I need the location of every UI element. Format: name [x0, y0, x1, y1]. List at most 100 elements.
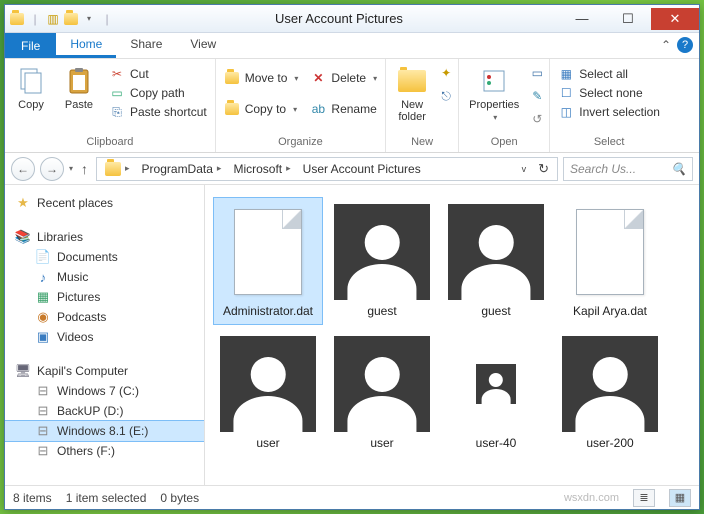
folder-icon	[105, 162, 121, 176]
rename-button[interactable]: abRename	[306, 100, 381, 118]
libraries-icon: 📚	[15, 229, 31, 245]
refresh-icon[interactable]: ↻	[532, 161, 555, 177]
breadcrumb-dropdown-icon[interactable]: v	[516, 164, 533, 174]
breadcrumb-root[interactable]: ▸	[99, 158, 136, 180]
move-to-button[interactable]: Move to▾	[220, 69, 303, 87]
ribbon-tabs: File Home Share View ⌃ ?	[5, 33, 699, 59]
history-dropdown-icon[interactable]: ▾	[69, 164, 73, 173]
share-tab[interactable]: Share	[116, 33, 176, 58]
file-name: user-40	[476, 436, 517, 450]
watermark: wsxdn.com	[564, 492, 619, 504]
properties-button[interactable]: Properties▾	[463, 63, 525, 124]
maximize-button[interactable]: ☐	[605, 8, 651, 30]
copy-path-icon: ▭	[109, 85, 125, 101]
computer-header[interactable]: 🖥Kapil's Computer	[5, 361, 204, 381]
file-name: Administrator.dat	[223, 304, 313, 318]
edit-icon[interactable]: ✎	[529, 88, 545, 104]
nav-drive-d[interactable]: ⊟BackUP (D:)	[5, 401, 204, 421]
breadcrumb-item[interactable]: ProgramData▸	[136, 158, 228, 180]
file-item[interactable]: guest	[441, 197, 551, 325]
up-button[interactable]: ↑	[78, 161, 91, 177]
copy-to-icon	[224, 101, 240, 117]
titlebar: | ▥ ▾ | User Account Pictures — ☐ ✕	[5, 5, 699, 33]
invert-icon: ◫	[558, 104, 574, 120]
file-item[interactable]: guest	[327, 197, 437, 325]
file-name: Kapil Arya.dat	[573, 304, 647, 318]
collapse-ribbon-icon[interactable]: ⌃	[661, 38, 671, 52]
close-button[interactable]: ✕	[651, 8, 699, 30]
window-title: User Account Pictures	[119, 11, 559, 26]
file-item[interactable]: Administrator.dat	[213, 197, 323, 325]
chevron-down-icon: ▾	[373, 74, 377, 83]
recent-icon: ★	[15, 195, 31, 211]
nav-videos[interactable]: ▣Videos	[5, 327, 204, 347]
explorer-window: | ▥ ▾ | User Account Pictures — ☐ ✕ File…	[4, 4, 700, 510]
copy-path-button[interactable]: ▭Copy path	[105, 84, 211, 102]
file-item[interactable]: user-200	[555, 329, 665, 457]
new-folder-button[interactable]: New folder	[390, 63, 434, 125]
delete-button[interactable]: ✕Delete▾	[306, 69, 381, 87]
paste-shortcut-button[interactable]: ⎘Paste shortcut	[105, 103, 211, 121]
file-item[interactable]: user-40	[441, 329, 551, 457]
help-icon[interactable]: ?	[677, 37, 693, 53]
music-icon: ♪	[35, 269, 51, 285]
file-item[interactable]: user	[213, 329, 323, 457]
nav-drive-e[interactable]: ⊟Windows 8.1 (E:)	[5, 421, 204, 441]
address-bar: ← → ▾ ↑ ▸ ProgramData▸ Microsoft▸ User A…	[5, 153, 699, 185]
copy-to-button[interactable]: Copy to▾	[220, 100, 303, 118]
qat-sep2: |	[99, 11, 115, 27]
nav-music[interactable]: ♪Music	[5, 267, 204, 287]
file-name: user	[256, 436, 279, 450]
nav-podcasts[interactable]: ◉Podcasts	[5, 307, 204, 327]
nav-pane: ★Recent places 📚Libraries 📄Documents ♪Mu…	[5, 185, 205, 485]
cut-button[interactable]: ✂Cut	[105, 65, 211, 83]
search-input[interactable]: Search Us... 🔍	[563, 157, 693, 181]
properties-icon[interactable]: ▥	[45, 11, 61, 27]
nav-drive-c[interactable]: ⊟Windows 7 (C:)	[5, 381, 204, 401]
drive-icon: ⊟	[35, 423, 51, 439]
forward-button[interactable]: →	[40, 157, 64, 181]
nav-pictures[interactable]: ▦Pictures	[5, 287, 204, 307]
paste-icon	[63, 65, 95, 97]
videos-icon: ▣	[35, 329, 51, 345]
select-none-button[interactable]: ☐Select none	[554, 84, 664, 102]
home-tab[interactable]: Home	[56, 33, 116, 58]
breadcrumb[interactable]: ▸ ProgramData▸ Microsoft▸ User Account P…	[96, 157, 558, 181]
libraries-header[interactable]: 📚Libraries	[5, 227, 204, 247]
drive-icon: ⊟	[35, 403, 51, 419]
nav-drive-f[interactable]: ⊟Others (F:)	[5, 441, 204, 461]
rename-icon: ab	[310, 101, 326, 117]
qat: | ▥ ▾ |	[5, 11, 119, 27]
search-icon: 🔍	[671, 162, 686, 176]
open-icon[interactable]: ▭	[529, 65, 545, 81]
breadcrumb-item[interactable]: User Account Pictures	[297, 158, 427, 180]
select-none-icon: ☐	[558, 85, 574, 101]
view-tab[interactable]: View	[176, 33, 230, 58]
easy-access-icon[interactable]: ⎋	[438, 88, 454, 104]
invert-selection-button[interactable]: ◫Invert selection	[554, 103, 664, 121]
history-icon[interactable]: ↺	[529, 111, 545, 127]
file-list[interactable]: Administrator.dat guestguest Kapil Arya.da…	[205, 185, 699, 485]
copy-button[interactable]: Copy	[9, 63, 53, 113]
nav-documents[interactable]: 📄Documents	[5, 247, 204, 267]
properties-icon	[478, 65, 510, 97]
minimize-button[interactable]: —	[559, 8, 605, 30]
group-open: Properties▾ ▭ ✎ ↺ Open	[459, 59, 550, 152]
details-view-button[interactable]: ≣	[633, 489, 655, 507]
select-all-button[interactable]: ▦Select all	[554, 65, 664, 83]
file-item[interactable]: Kapil Arya.dat	[555, 197, 665, 325]
breadcrumb-item[interactable]: Microsoft▸	[227, 158, 296, 180]
new-item-icon[interactable]: ✦	[438, 65, 454, 81]
file-tab[interactable]: File	[5, 33, 56, 58]
ribbon: Copy Paste ✂Cut ▭Copy path ⎘Paste shortc…	[5, 59, 699, 153]
qat-sep: |	[27, 11, 43, 27]
file-item[interactable]: user	[327, 329, 437, 457]
qat-dropdown-icon[interactable]: ▾	[81, 11, 97, 27]
icons-view-button[interactable]: ▦	[669, 489, 691, 507]
file-thumbnail	[562, 336, 658, 432]
recent-places[interactable]: ★Recent places	[5, 193, 204, 213]
pictures-icon: ▦	[35, 289, 51, 305]
paste-button[interactable]: Paste	[57, 63, 101, 113]
back-button[interactable]: ←	[11, 157, 35, 181]
new-folder-icon[interactable]	[63, 11, 79, 27]
